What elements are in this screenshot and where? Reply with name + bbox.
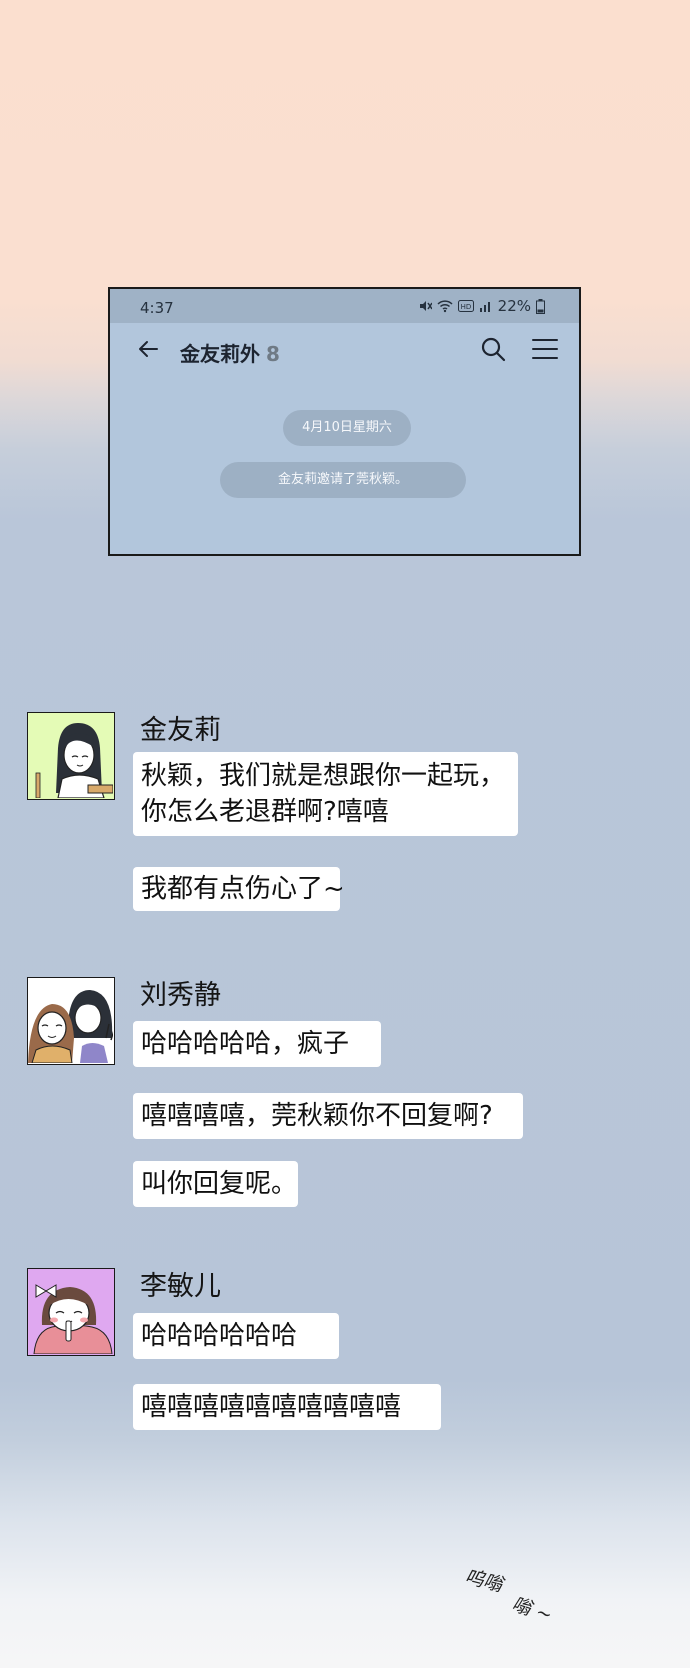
menu-icon[interactable] xyxy=(531,337,559,361)
member-count: 8 xyxy=(266,342,280,366)
chat-title-text: 金友莉外 xyxy=(180,342,260,366)
search-icon[interactable] xyxy=(479,335,507,363)
sender-name: 金友莉 xyxy=(140,715,221,746)
message-bubble[interactable]: 哈哈哈哈哈，疯子 xyxy=(133,1021,381,1067)
hd-icon: HD xyxy=(457,300,474,312)
mute-icon xyxy=(419,301,432,311)
two-girls-avatar-illustration xyxy=(28,990,114,1064)
chat-header: 金友莉外 8 xyxy=(110,323,579,377)
message-text: 哈哈哈哈哈哈 xyxy=(141,1321,298,1351)
status-bar: 4:37 HD 22% xyxy=(110,289,579,323)
status-icons: HD 22% xyxy=(418,298,545,314)
status-time: 4:37 xyxy=(140,299,174,317)
message-text: 叫你回复呢。 xyxy=(141,1169,298,1199)
avatar-jin-youli[interactable] xyxy=(27,712,115,800)
battery-icon xyxy=(536,298,545,314)
message-bubble[interactable]: 嘻嘻嘻嘻，莞秋颖你不回复啊? xyxy=(133,1093,523,1139)
battery-percent: 22% xyxy=(497,297,531,315)
system-message: 金友莉邀请了莞秋颖。 xyxy=(220,462,466,498)
message-bubble[interactable]: 哈哈哈哈哈哈 xyxy=(133,1313,339,1359)
chat-title: 金友莉外 8 xyxy=(180,338,280,367)
message-bubble[interactable]: 秋颖，我们就是想跟你一起玩， 你怎么老退群啊?嘻嘻 xyxy=(133,752,518,836)
sender-name: 李敏儿 xyxy=(140,1271,221,1302)
back-arrow-icon[interactable] xyxy=(136,337,160,361)
wifi-icon xyxy=(437,300,453,313)
sound-effect-line1: 呜嗡 xyxy=(462,1565,505,1597)
message-bubble[interactable]: 我都有点伤心了~ xyxy=(133,867,345,911)
message-text: 嘻嘻嘻嘻嘻嘻嘻嘻嘻嘻 xyxy=(141,1392,402,1422)
message-text: 哈哈哈哈哈，疯子 xyxy=(141,1029,350,1059)
date-divider: 4月10日星期六 xyxy=(283,410,411,446)
svg-text:HD: HD xyxy=(460,303,471,311)
avatar-li-miner[interactable] xyxy=(27,1268,115,1356)
sound-effect-line2: 嗡 ~ xyxy=(509,1593,555,1627)
message-bubble[interactable]: 叫你回复呢。 xyxy=(133,1161,298,1207)
sender-name: 刘秀静 xyxy=(140,980,221,1011)
girl-bow-avatar-illustration xyxy=(33,1284,113,1355)
message-text: 我都有点伤心了~ xyxy=(141,874,345,904)
message-text: 秋颖，我们就是想跟你一起玩， xyxy=(141,761,506,791)
message-text: 你怎么老退群啊?嘻嘻 xyxy=(141,797,389,827)
message-text: 嘻嘻嘻嘻，莞秋颖你不回复啊? xyxy=(141,1101,493,1131)
message-bubble[interactable]: 嘻嘻嘻嘻嘻嘻嘻嘻嘻嘻 xyxy=(133,1384,441,1430)
phone-screenshot-panel: 4:37 HD 22% 金友莉外 8 4月10日星期六 金友莉邀请了莞秋颖。 xyxy=(108,287,581,556)
girl-long-hair-avatar-illustration xyxy=(35,723,114,799)
avatar-liu-xiujing[interactable] xyxy=(27,977,115,1065)
signal-icon xyxy=(479,302,490,312)
